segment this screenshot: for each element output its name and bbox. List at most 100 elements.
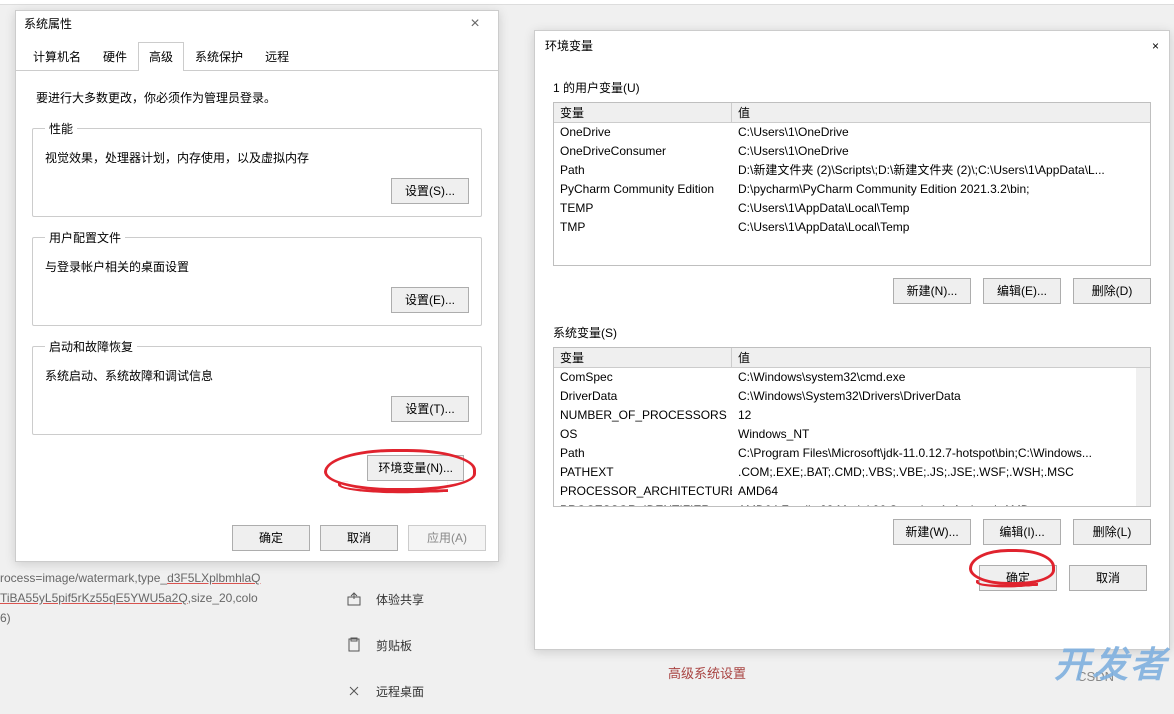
table-row[interactable]: DriverDataC:\Windows\System32\Drivers\Dr…	[554, 387, 1150, 406]
background-watermark-text: rocess=image/watermark,type_d3F5LXplbmhl…	[0, 568, 260, 628]
table-row[interactable]: OSWindows_NT	[554, 425, 1150, 444]
var-value: 12	[732, 406, 1150, 425]
tab-bar: 计算机名 硬件 高级 系统保护 远程	[16, 41, 498, 71]
var-name: OS	[554, 425, 732, 444]
scrollbar[interactable]	[1136, 368, 1150, 506]
clipboard-icon	[346, 637, 362, 653]
user-profile-desc: 与登录帐户相关的桌面设置	[45, 258, 469, 275]
close-icon[interactable]: ×	[1152, 31, 1159, 61]
user-profile-group: 用户配置文件 与登录帐户相关的桌面设置 设置(E)...	[32, 229, 482, 326]
user-variables-label: 1 的用户变量(U)	[553, 79, 1151, 96]
ok-button[interactable]: 确定	[232, 525, 310, 551]
startup-recovery-desc: 系统启动、系统故障和调试信息	[45, 367, 469, 384]
var-value: .COM;.EXE;.BAT;.CMD;.VBS;.VBE;.JS;.JSE;.…	[732, 463, 1150, 482]
col-variable: 变量	[554, 348, 732, 367]
cancel-button[interactable]: 取消	[320, 525, 398, 551]
var-name: Path	[554, 444, 732, 463]
system-variables-label: 系统变量(S)	[553, 324, 1151, 341]
var-name: NUMBER_OF_PROCESSORS	[554, 406, 732, 425]
table-row[interactable]: OneDriveC:\Users\1\OneDrive	[554, 123, 1150, 142]
experience-share-item[interactable]: 体验共享	[336, 576, 526, 622]
user-variables-table[interactable]: 变量 值 OneDriveC:\Users\1\OneDriveOneDrive…	[553, 102, 1151, 266]
user-profile-legend: 用户配置文件	[45, 229, 125, 246]
dialog-title: 环境变量	[545, 31, 593, 61]
var-value: C:\Windows\system32\cmd.exe	[732, 368, 1150, 387]
close-icon[interactable]: ×	[460, 11, 490, 37]
sys-edit-button[interactable]: 编辑(I)...	[983, 519, 1061, 545]
table-row[interactable]: PROCESSOR_IDENTIFIERAMD64 Family 23 Mode…	[554, 501, 1150, 507]
var-value: D:\pycharm\PyCharm Community Edition 202…	[732, 180, 1150, 199]
table-row[interactable]: PathD:\新建文件夹 (2)\Scripts\;D:\新建文件夹 (2)\;…	[554, 161, 1150, 180]
col-value: 值	[732, 103, 1150, 122]
user-profile-settings-button[interactable]: 设置(E)...	[391, 287, 469, 313]
var-value: C:\Program Files\Microsoft\jdk-11.0.12.7…	[732, 444, 1150, 463]
var-value: AMD64 Family 23 Model 96 Stepping 1, Aut…	[732, 501, 1150, 507]
clipboard-item[interactable]: 剪贴板	[336, 622, 526, 668]
var-name: PROCESSOR_ARCHITECTURE	[554, 482, 732, 501]
table-row[interactable]: PROCESSOR_ARCHITECTUREAMD64	[554, 482, 1150, 501]
sys-delete-button[interactable]: 删除(L)	[1073, 519, 1151, 545]
user-edit-button[interactable]: 编辑(E)...	[983, 278, 1061, 304]
tool-label: 远程桌面	[376, 683, 424, 700]
tool-label: 剪贴板	[376, 637, 412, 654]
tab-computer-name[interactable]: 计算机名	[22, 42, 92, 71]
var-name: OneDrive	[554, 123, 732, 142]
var-name: OneDriveConsumer	[554, 142, 732, 161]
system-variables-table[interactable]: 变量 值 ComSpecC:\Windows\system32\cmd.exeD…	[553, 347, 1151, 507]
environment-variables-dialog: 环境变量 × 1 的用户变量(U) 变量 值 OneDriveC:\Users\…	[534, 30, 1170, 650]
advanced-system-settings-link[interactable]: 高级系统设置	[668, 663, 746, 682]
user-new-button[interactable]: 新建(N)...	[893, 278, 971, 304]
performance-legend: 性能	[45, 120, 77, 137]
var-name: PyCharm Community Edition	[554, 180, 732, 199]
environment-variables-button[interactable]: 环境变量(N)...	[367, 455, 464, 481]
user-delete-button[interactable]: 删除(D)	[1073, 278, 1151, 304]
var-value: C:\Users\1\OneDrive	[732, 142, 1150, 161]
system-tools-list: 体验共享 剪贴板 远程桌面	[336, 576, 526, 714]
performance-desc: 视觉效果，处理器计划，内存使用，以及虚拟内存	[45, 149, 469, 166]
startup-recovery-settings-button[interactable]: 设置(T)...	[391, 396, 469, 422]
table-row[interactable]: PyCharm Community EditionD:\pycharm\PyCh…	[554, 180, 1150, 199]
remote-desktop-item[interactable]: 远程桌面	[336, 668, 526, 714]
table-row[interactable]: TEMPC:\Users\1\AppData\Local\Temp	[554, 199, 1150, 218]
env-ok-button[interactable]: 确定	[979, 565, 1057, 591]
var-name: ComSpec	[554, 368, 732, 387]
env-cancel-button[interactable]: 取消	[1069, 565, 1147, 591]
tab-advanced[interactable]: 高级	[138, 42, 184, 71]
performance-settings-button[interactable]: 设置(S)...	[391, 178, 469, 204]
remote-icon	[346, 683, 362, 699]
performance-group: 性能 视觉效果，处理器计划，内存使用，以及虚拟内存 设置(S)...	[32, 120, 482, 217]
table-row[interactable]: ComSpecC:\Windows\system32\cmd.exe	[554, 368, 1150, 387]
apply-button[interactable]: 应用(A)	[408, 525, 486, 551]
tab-system-protection[interactable]: 系统保护	[184, 42, 254, 71]
sys-new-button[interactable]: 新建(W)...	[893, 519, 971, 545]
var-value: C:\Users\1\OneDrive	[732, 123, 1150, 142]
share-icon	[346, 591, 362, 607]
var-name: Path	[554, 161, 732, 180]
developer-watermark: 开发者	[1054, 636, 1168, 688]
startup-recovery-legend: 启动和故障恢复	[45, 338, 137, 355]
table-row[interactable]: OneDriveConsumerC:\Users\1\OneDrive	[554, 142, 1150, 161]
table-row[interactable]: TMPC:\Users\1\AppData\Local\Temp	[554, 218, 1150, 237]
tab-remote[interactable]: 远程	[254, 42, 300, 71]
table-row[interactable]: NUMBER_OF_PROCESSORS12	[554, 406, 1150, 425]
tool-label: 体验共享	[376, 591, 424, 608]
var-name: PATHEXT	[554, 463, 732, 482]
admin-note: 要进行大多数更改，你必须作为管理员登录。	[36, 89, 482, 106]
col-variable: 变量	[554, 103, 732, 122]
tab-hardware[interactable]: 硬件	[92, 42, 138, 71]
table-row[interactable]: PathC:\Program Files\Microsoft\jdk-11.0.…	[554, 444, 1150, 463]
var-value: D:\新建文件夹 (2)\Scripts\;D:\新建文件夹 (2)\;C:\U…	[732, 161, 1150, 180]
dialog-title: 系统属性	[24, 11, 72, 37]
var-value: C:\Windows\System32\Drivers\DriverData	[732, 387, 1150, 406]
var-name: TEMP	[554, 199, 732, 218]
col-value: 值	[732, 348, 1150, 367]
var-name: TMP	[554, 218, 732, 237]
var-value: Windows_NT	[732, 425, 1150, 444]
table-row[interactable]: PATHEXT.COM;.EXE;.BAT;.CMD;.VBS;.VBE;.JS…	[554, 463, 1150, 482]
var-name: PROCESSOR_IDENTIFIER	[554, 501, 732, 507]
startup-recovery-group: 启动和故障恢复 系统启动、系统故障和调试信息 设置(T)...	[32, 338, 482, 435]
system-properties-dialog: 系统属性 × 计算机名 硬件 高级 系统保护 远程 要进行大多数更改，你必须作为…	[15, 10, 499, 562]
var-value: C:\Users\1\AppData\Local\Temp	[732, 218, 1150, 237]
var-value: C:\Users\1\AppData\Local\Temp	[732, 199, 1150, 218]
var-name: DriverData	[554, 387, 732, 406]
